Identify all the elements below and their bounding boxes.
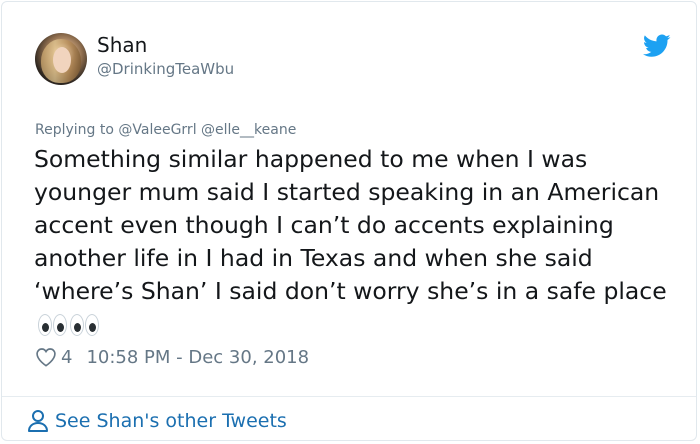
author-name[interactable]: Shan <box>97 33 147 57</box>
eyes-emoji <box>70 314 100 336</box>
replying-to: Replying to @ValeeGrrl @elle__keane <box>35 121 296 139</box>
avatar-face <box>53 47 71 73</box>
see-other-tweets-label[interactable]: See Shan's other Tweets <box>55 410 287 432</box>
eyes-emoji-group <box>38 312 102 345</box>
footer-divider <box>2 396 696 397</box>
person-icon <box>28 410 48 432</box>
twitter-bird-icon[interactable] <box>643 34 671 58</box>
author-handle[interactable]: @DrinkingTeaWbu <box>97 60 234 78</box>
replying-to-prefix: Replying to <box>35 122 114 138</box>
eyes-emoji <box>38 314 68 336</box>
avatar[interactable] <box>35 33 87 85</box>
like-count[interactable]: 4 <box>61 347 72 368</box>
tweet-meta: 4 10:58 PM - Dec 30, 2018 <box>35 345 309 369</box>
tweet-timestamp[interactable]: 10:58 PM - Dec 30, 2018 <box>86 347 309 368</box>
tweet-text: Something similar happened to me when I … <box>34 145 667 305</box>
tweet-body: Something similar happened to me when I … <box>34 143 684 345</box>
heart-icon[interactable] <box>35 347 57 367</box>
tweet-card: Shan @DrinkingTeaWbu Replying to @ValeeG… <box>1 1 697 441</box>
see-other-tweets-link[interactable]: See Shan's other Tweets <box>27 407 287 435</box>
replying-to-mentions[interactable]: @ValeeGrrl @elle__keane <box>118 122 296 138</box>
